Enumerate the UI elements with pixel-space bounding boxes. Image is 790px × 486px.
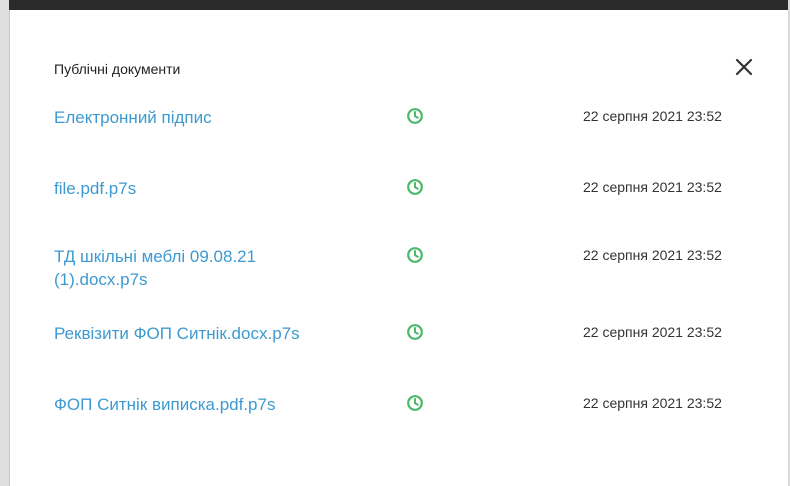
window-top-border	[0, 0, 790, 10]
close-icon	[735, 58, 753, 76]
clock-icon	[406, 107, 424, 125]
document-date: 22 серпня 2021 23:52	[583, 395, 722, 411]
document-date: 22 серпня 2021 23:52	[583, 108, 722, 124]
document-link[interactable]: Електронний підпис	[54, 106, 354, 129]
document-date: 22 серпня 2021 23:52	[583, 324, 722, 340]
document-link[interactable]: file.pdf.p7s	[54, 177, 354, 200]
public-documents-dialog: Публічні документи Електронний підпис 22…	[10, 10, 788, 486]
document-date: 22 серпня 2021 23:52	[583, 179, 722, 195]
document-link[interactable]: ФОП Ситнік виписка.pdf.p7s	[54, 393, 354, 416]
document-link[interactable]: ТД шкільні меблі 09.08.21 (1).docx.p7s	[54, 245, 354, 291]
window-left-border	[0, 0, 9, 486]
clock-icon	[406, 246, 424, 264]
document-date: 22 серпня 2021 23:52	[583, 247, 722, 263]
clock-icon	[406, 323, 424, 341]
dialog-title: Публічні документи	[54, 61, 181, 77]
close-button[interactable]	[734, 57, 754, 77]
document-link[interactable]: Реквізити ФОП Ситнік.docx.p7s	[54, 322, 354, 345]
clock-icon	[406, 394, 424, 412]
clock-icon	[406, 178, 424, 196]
